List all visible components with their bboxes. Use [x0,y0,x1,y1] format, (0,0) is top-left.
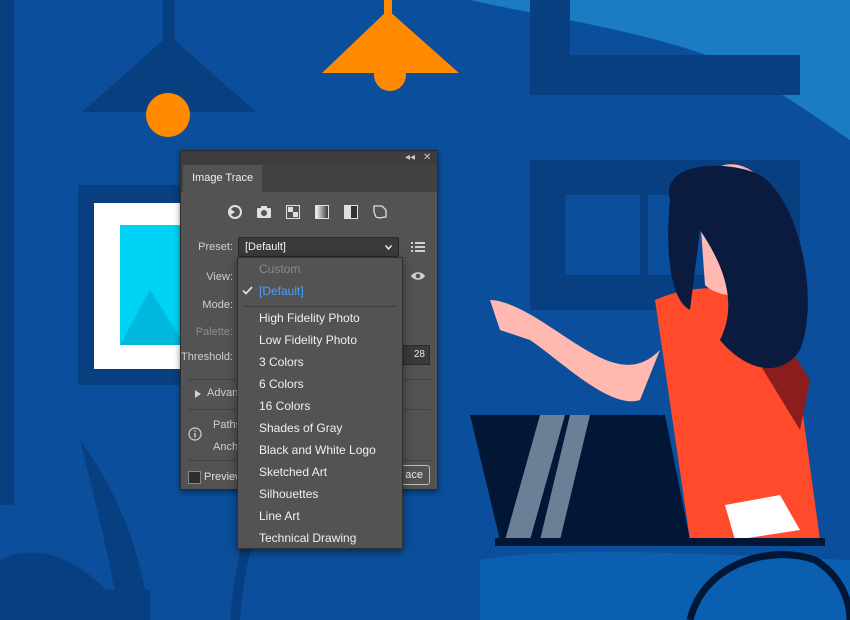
palette-label: Palette: [195,326,233,338]
chevron-down-icon [385,245,392,251]
dropdown-item-label: [Default] [259,284,304,298]
dropdown-item[interactable]: Technical Drawing [238,527,402,549]
dropdown-item[interactable]: Line Art [238,505,402,527]
black-and-white-icon[interactable] [341,202,361,222]
preset-icon-row [223,202,393,222]
preview-checkbox[interactable] [188,471,201,484]
eye-icon[interactable] [410,270,426,282]
info-icon [188,427,202,441]
dropdown-item[interactable]: 16 Colors [238,395,402,417]
low-color-grid-icon[interactable] [283,202,303,222]
dropdown-item[interactable]: Shades of Gray [238,417,402,439]
double-chevron-left-icon[interactable]: ◂◂ [405,151,415,165]
preset-dropdown-menu: Custom [Default] High Fidelity Photo Low … [237,257,403,549]
dropdown-item-custom: Custom [259,262,301,276]
dropdown-item[interactable]: 6 Colors [238,373,402,395]
preset-label: Preset: [198,241,233,253]
high-color-camera-icon[interactable] [254,202,274,222]
preset-list-icon[interactable] [411,241,425,253]
disclosure-triangle-icon[interactable] [195,390,201,398]
dropdown-item[interactable]: High Fidelity Photo [238,307,402,329]
tab-image-trace[interactable]: Image Trace [183,165,263,192]
dropdown-item[interactable]: Sketched Art [238,461,402,483]
mode-label: Mode: [202,299,233,311]
dropdown-item[interactable]: Black and White Logo [238,439,402,461]
threshold-label: Threshold: [181,351,233,363]
outline-icon[interactable] [370,202,390,222]
dropdown-item[interactable]: Silhouettes [238,483,402,505]
preset-select[interactable]: [Default] [238,237,399,257]
panel-title-bar[interactable]: ◂◂ ✕ [181,151,437,165]
dropdown-item-default[interactable]: [Default] [238,280,402,302]
view-label: View: [206,271,233,283]
auto-color-icon[interactable] [225,202,245,222]
panel-tab-bar: Image Trace [181,165,437,192]
preset-value: [Default] [245,241,286,253]
dropdown-item[interactable]: 3 Colors [238,351,402,373]
checkmark-icon [242,286,253,295]
close-icon[interactable]: ✕ [423,151,431,165]
grayscale-gradient-icon[interactable] [312,202,332,222]
dropdown-item[interactable]: Low Fidelity Photo [238,329,402,351]
